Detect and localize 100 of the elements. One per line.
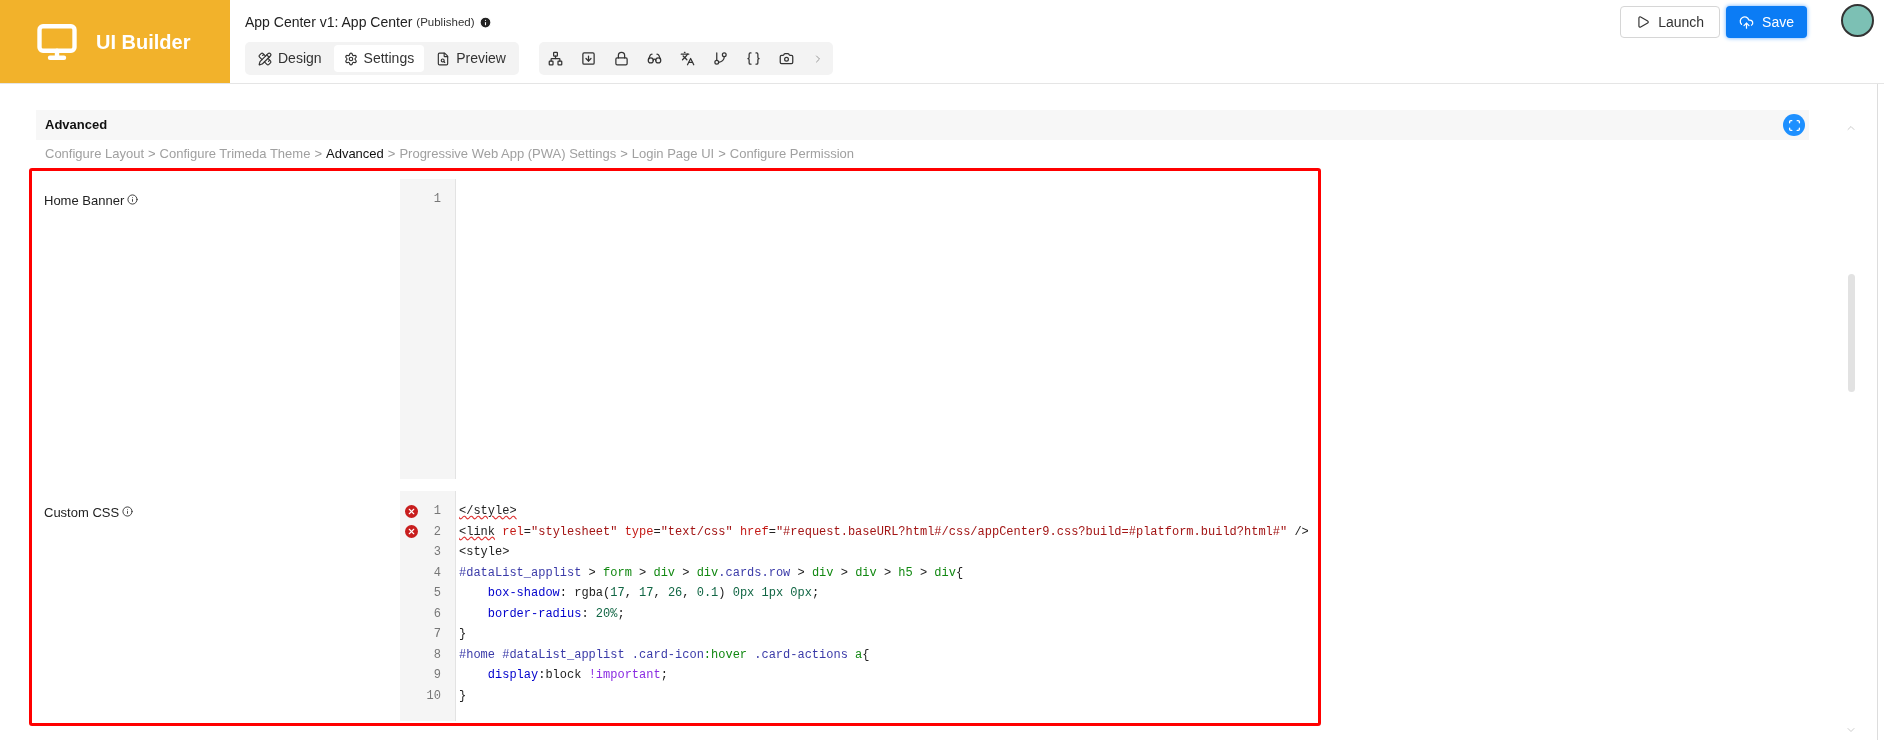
code-token: div xyxy=(696,564,719,582)
line-number: 1 xyxy=(432,503,442,521)
code-token: ; xyxy=(660,667,668,685)
code-token: { xyxy=(955,564,964,582)
view-tab[interactable]: Design xyxy=(248,45,332,72)
code-token: "stylesheet" xyxy=(531,523,618,541)
code-token: <style> xyxy=(459,544,510,562)
info-icon xyxy=(122,506,134,517)
save-button[interactable]: Save xyxy=(1726,6,1807,38)
breadcrumb-link[interactable]: Login Page UI xyxy=(631,144,715,164)
page-title: App Center v1: App Center xyxy=(245,13,413,32)
line-number: 10 xyxy=(425,687,442,705)
braces-icon[interactable] xyxy=(746,51,761,66)
tools-icon xyxy=(258,51,272,66)
line-number: 9 xyxy=(432,667,442,685)
code-token: display xyxy=(486,667,539,685)
code-token: </style> xyxy=(459,503,517,521)
breadcrumb-separator: > xyxy=(718,145,726,164)
code-token: ; xyxy=(617,605,625,623)
code-token: ) xyxy=(718,585,727,603)
breadcrumb-separator: > xyxy=(314,145,322,164)
code-token: > xyxy=(681,564,691,582)
section-title: Advanced xyxy=(45,116,108,135)
lock-icon[interactable] xyxy=(614,51,629,66)
code-token: div xyxy=(855,564,877,582)
breadcrumb-separator: > xyxy=(620,145,628,164)
code-token: , xyxy=(682,585,691,603)
cloud-upload-icon xyxy=(1739,14,1755,30)
code-token: .card-actions xyxy=(753,646,849,664)
code-token: 0px 1px 0px xyxy=(732,585,812,603)
translate-icon[interactable] xyxy=(680,51,695,66)
breadcrumb-link[interactable]: Configure Permission xyxy=(729,144,855,164)
code-token: , xyxy=(653,585,662,603)
code-token: form xyxy=(603,564,632,582)
code-token: 0.1 xyxy=(696,585,719,603)
box-arrow-icon[interactable] xyxy=(581,51,596,66)
code-token: !important xyxy=(588,667,661,685)
line-number: 3 xyxy=(432,544,442,562)
field-label: Home Banner xyxy=(44,192,125,210)
user-avatar[interactable] xyxy=(1841,4,1874,37)
line-number: 6 xyxy=(432,605,442,623)
breadcrumb-separator: > xyxy=(387,145,396,164)
branch-icon[interactable] xyxy=(713,51,728,66)
code-token: > xyxy=(638,564,648,582)
code-token: 17 xyxy=(639,585,654,603)
code-token: div xyxy=(653,564,676,582)
code-token: .cards.row xyxy=(718,564,791,582)
breadcrumb-link[interactable]: Configure Trimeda Theme xyxy=(159,144,311,164)
launch-button[interactable]: Launch xyxy=(1620,6,1721,38)
fullscreen-icon xyxy=(1787,118,1801,132)
info-icon xyxy=(127,194,139,205)
hierarchy-icon[interactable] xyxy=(548,51,563,66)
code-token: <link xyxy=(459,523,495,541)
code-token: a xyxy=(855,646,863,664)
code-token: > xyxy=(839,564,849,582)
code-token: > xyxy=(918,564,929,582)
document-search-icon xyxy=(436,51,451,66)
breadcrumb-link[interactable]: Progressive Web App (PWA) Settings xyxy=(399,144,617,164)
code-token: :hover xyxy=(703,646,748,664)
code-token: > xyxy=(882,564,893,582)
code-token: } xyxy=(459,626,467,644)
field-label: Custom CSS xyxy=(44,504,120,522)
info-icon xyxy=(478,16,492,29)
line-number: 8 xyxy=(432,646,442,664)
code-token: > xyxy=(587,564,597,582)
glasses-icon[interactable] xyxy=(647,51,662,66)
gear-icon xyxy=(343,51,358,66)
code-token: "text/css" xyxy=(660,523,733,541)
code-token: :block xyxy=(538,667,583,685)
code-token: border-radius xyxy=(486,605,582,623)
code-token: : xyxy=(581,605,590,623)
camera-icon[interactable] xyxy=(779,51,794,66)
breadcrumb-link[interactable]: Configure Layout xyxy=(45,144,144,164)
line-number: 1 xyxy=(432,191,442,209)
view-tab[interactable]: Settings xyxy=(333,45,425,72)
fullscreen-button[interactable] xyxy=(1783,114,1805,136)
code-token: } xyxy=(459,687,467,705)
line-number: 7 xyxy=(432,626,442,644)
code-token: : rgba( xyxy=(559,585,611,603)
scroll-thumb[interactable] xyxy=(1847,274,1855,392)
view-tab[interactable]: Preview xyxy=(426,45,516,72)
code-token: box-shadow xyxy=(486,585,560,603)
status-label: (Published) xyxy=(416,14,475,30)
code-token: href xyxy=(738,523,769,541)
code-token: div xyxy=(811,564,834,582)
code-token: h5 xyxy=(898,564,913,582)
code-token: type xyxy=(623,523,654,541)
code-token: #dataList_applist xyxy=(459,564,582,582)
code-token: > xyxy=(796,564,806,582)
line-number: 5 xyxy=(432,585,442,603)
code-token: 20% xyxy=(595,605,618,623)
code-token: "#request.baseURL?html#/css/appCenter9.css?build=#platform.build?html#" xyxy=(775,523,1288,541)
code-token: /> xyxy=(1293,523,1309,541)
line-number: 4 xyxy=(432,564,442,582)
code-token: rel xyxy=(501,523,524,541)
line-number: 2 xyxy=(432,523,442,541)
code-token: #home #dataList_applist .card-icon xyxy=(459,646,704,664)
breadcrumb-link[interactable]: Advanced xyxy=(326,144,384,164)
app-name: UI Builder xyxy=(96,29,191,55)
code-token: = xyxy=(523,523,532,541)
